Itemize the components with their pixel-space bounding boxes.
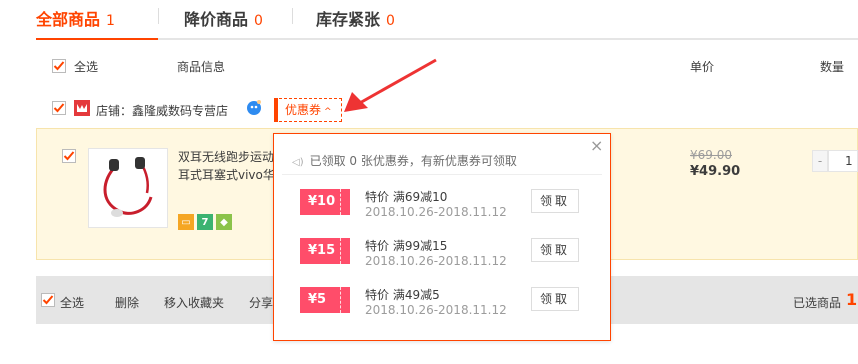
coupon-name: 特价 满69减10 bbox=[365, 190, 448, 204]
shop-logo-icon bbox=[74, 100, 90, 116]
checkbox-checked-icon bbox=[41, 293, 55, 307]
coupon-name: 特价 满49减5 bbox=[365, 288, 440, 302]
select-all-label[interactable]: 全选 bbox=[74, 58, 98, 75]
coupon-amount: ¥5 bbox=[308, 292, 327, 307]
current-price: ¥49.90 bbox=[690, 164, 741, 179]
coupon-amount: ¥15 bbox=[308, 243, 336, 258]
tab-low-stock[interactable]: 库存紧张 0 bbox=[316, 6, 395, 30]
tab-price-drop[interactable]: 降价商品 0 bbox=[184, 6, 263, 30]
footer-select-all-label[interactable]: 全选 bbox=[60, 294, 84, 311]
column-unit-price: 单价 bbox=[690, 60, 715, 74]
quantity-input[interactable]: 1 bbox=[828, 150, 858, 172]
coupon-notch bbox=[340, 189, 350, 215]
tab-all-items[interactable]: 全部商品 1 bbox=[36, 6, 115, 30]
select-all-checkbox[interactable] bbox=[52, 59, 66, 73]
coupon-amount-tag: ¥15 bbox=[300, 238, 350, 264]
coupon-popup-header: ◁) 已领取 0 张优惠券，有新优惠券可领取 bbox=[292, 152, 517, 169]
credit-card-icon: ▭ bbox=[178, 214, 194, 230]
claim-coupon-button[interactable]: 领取 bbox=[531, 287, 579, 311]
guarantee-icon: ◆ bbox=[216, 214, 232, 230]
checkbox-checked-icon bbox=[62, 149, 76, 163]
shop-checkbox[interactable] bbox=[52, 101, 66, 115]
arrow-annotation-icon bbox=[344, 58, 437, 112]
service-badges: ▭ 7 ◆ bbox=[178, 214, 232, 230]
move-to-favorites-button[interactable]: 移入收藏夹 bbox=[164, 294, 224, 311]
coupon-amount-tag: ¥5 bbox=[300, 287, 350, 313]
delete-button[interactable]: 删除 bbox=[115, 294, 139, 311]
tab-separator bbox=[158, 8, 159, 24]
footer-select-all-checkbox[interactable] bbox=[41, 293, 55, 307]
column-quantity: 数量 bbox=[820, 60, 845, 74]
share-button[interactable]: 分享 bbox=[249, 294, 273, 311]
coupon-validity: 2018.10.26-2018.11.12 bbox=[365, 205, 507, 219]
checkbox-checked-icon bbox=[52, 101, 66, 115]
divider bbox=[282, 174, 602, 175]
tab-label: 全部商品 bbox=[36, 10, 101, 29]
original-price: ¥69.00 bbox=[690, 148, 732, 162]
coupon-notch bbox=[340, 238, 350, 264]
column-product-info: 商品信息 bbox=[177, 60, 226, 74]
coupon-validity: 2018.10.26-2018.11.12 bbox=[365, 254, 507, 268]
coupon-amount: ¥10 bbox=[308, 194, 336, 209]
product-thumbnail[interactable] bbox=[88, 148, 168, 228]
active-tab-underline bbox=[36, 38, 158, 40]
checkbox-checked-icon bbox=[52, 59, 66, 73]
coupon-validity: 2018.10.26-2018.11.12 bbox=[365, 303, 507, 317]
tab-label: 降价商品 bbox=[184, 10, 249, 29]
tab-separator bbox=[292, 8, 293, 24]
close-icon[interactable]: × bbox=[590, 136, 603, 155]
selected-items-count: 1 bbox=[846, 290, 858, 309]
earphone-product-image bbox=[103, 157, 153, 217]
tab-count: 1 bbox=[106, 13, 115, 29]
coupon-button-label: 优惠券 bbox=[285, 103, 322, 117]
selected-items-label: 已选商品 bbox=[793, 296, 842, 310]
claim-coupon-button[interactable]: 领取 bbox=[531, 189, 579, 213]
coupon-amount-tag: ¥10 bbox=[300, 189, 350, 215]
tab-count: 0 bbox=[254, 13, 263, 29]
cart-tabs: 全部商品 1 降价商品 0 库存紧张 0 bbox=[36, 0, 858, 40]
coupon-flag bbox=[274, 98, 278, 122]
item-checkbox[interactable] bbox=[62, 149, 76, 163]
quantity-decrease-button[interactable]: - bbox=[812, 150, 828, 172]
seven-day-return-icon: 7 bbox=[197, 214, 213, 230]
tab-label: 库存紧张 bbox=[316, 10, 381, 29]
coupon-notch bbox=[340, 287, 350, 313]
chevron-up-icon: ^ bbox=[324, 107, 332, 117]
claim-coupon-button[interactable]: 领取 bbox=[531, 238, 579, 262]
coupon-name: 特价 满99减15 bbox=[365, 239, 448, 253]
coupon-popup-header-text: 已领取 0 张优惠券，有新优惠券可领取 bbox=[309, 154, 517, 168]
coupon-button[interactable]: 优惠券 ^ bbox=[274, 98, 342, 122]
speaker-icon: ◁) bbox=[292, 157, 304, 168]
tab-count: 0 bbox=[386, 13, 395, 29]
wangwang-chat-icon[interactable] bbox=[246, 99, 262, 115]
shop-name[interactable]: 店铺：鑫隆威数码专营店 bbox=[96, 102, 228, 119]
